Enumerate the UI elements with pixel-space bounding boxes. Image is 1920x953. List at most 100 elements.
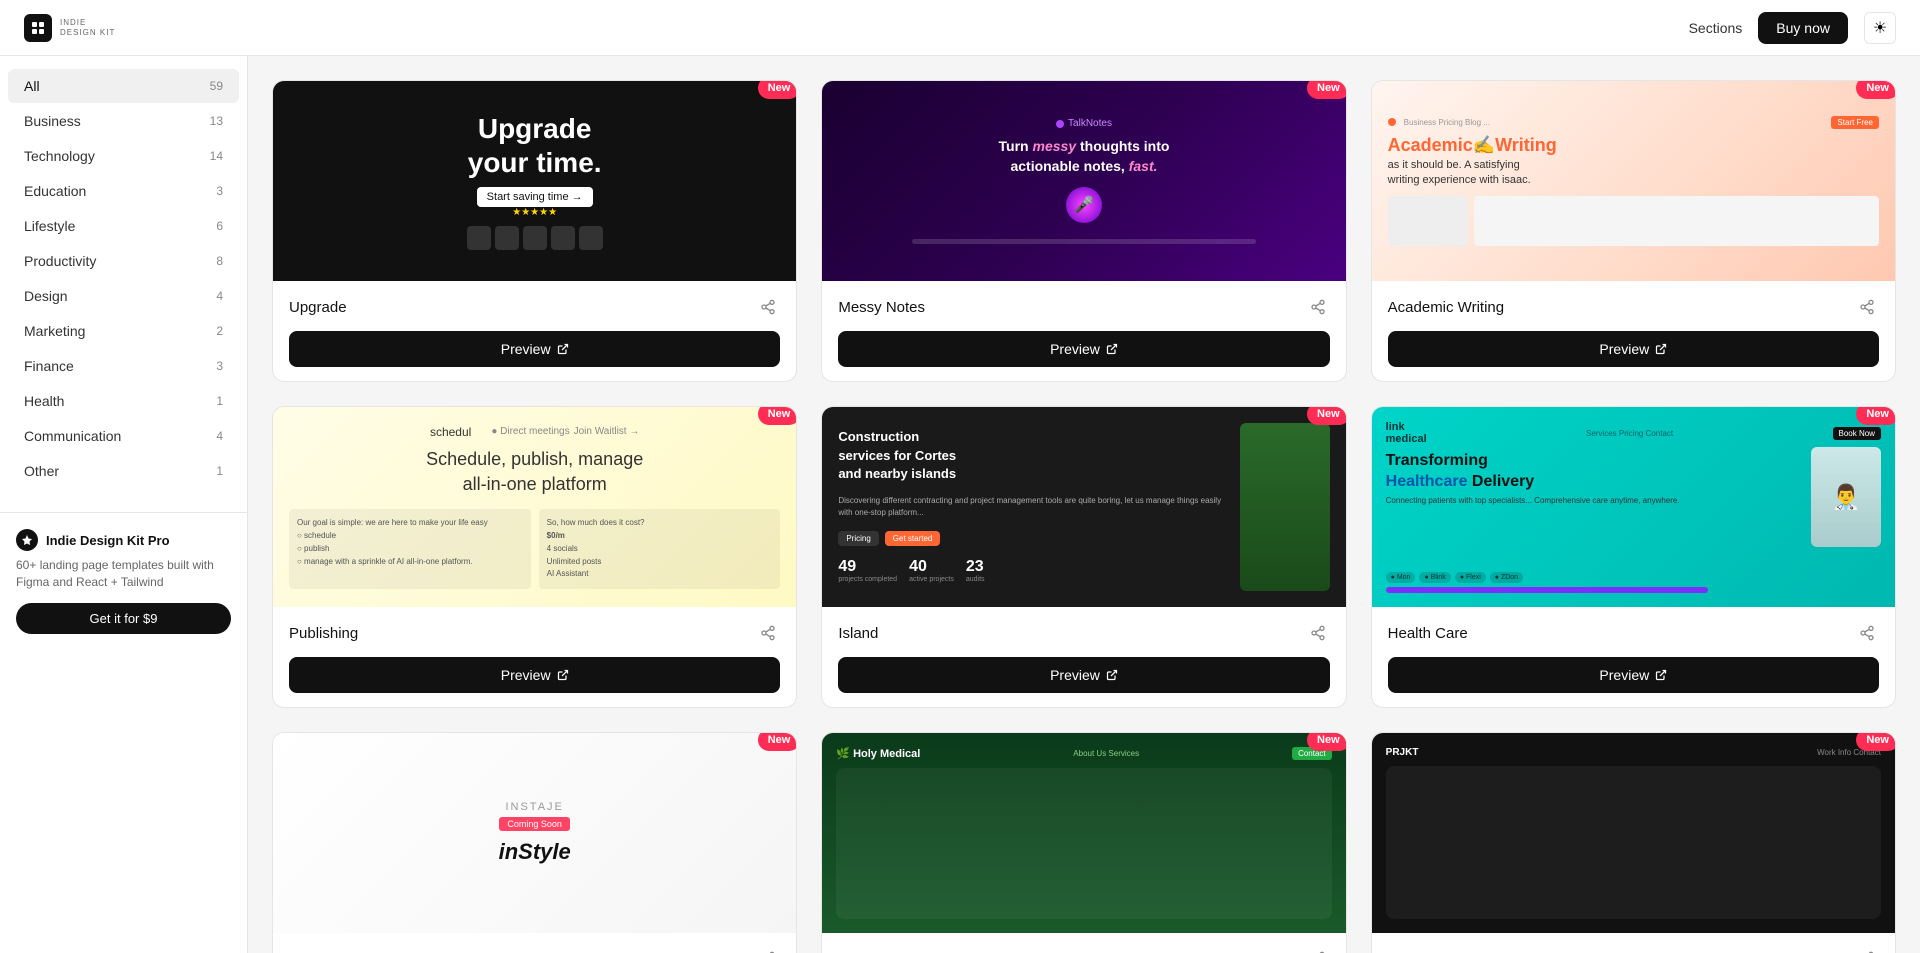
card-thumbnail: linkmedical Services Pricing Contact Boo… [1372,407,1895,607]
layout: All 59 Business 13 Technology 14 Educati… [0,56,1920,953]
main-content: Upgradeyour time. Start saving time → ★★… [248,56,1920,953]
sidebar-item-count: 8 [216,254,223,268]
pro-title: Indie Design Kit Pro [46,533,170,548]
pro-description: 60+ landing page templates built with Fi… [16,557,231,591]
new-badge: New [1856,81,1895,99]
pro-icon [16,529,38,551]
logo-area: indie DESIGN KIT [24,14,115,42]
card-info: Upgrade [289,295,780,319]
card-bottom3: PRJKT Work Info Contact New Dark Theme P… [1371,732,1896,953]
sidebar-item-communication[interactable]: Communication 4 [8,419,239,453]
share-button[interactable] [1306,947,1330,953]
card-footer: Island Preview [822,607,1345,707]
header: indie DESIGN KIT Sections Buy now ☀ [0,0,1920,56]
card-title: Publishing [289,625,358,642]
sidebar-item-finance[interactable]: Finance 3 [8,349,239,383]
card-footer: Messy Notes Preview [822,281,1345,381]
preview-button[interactable]: Preview [838,331,1329,367]
new-badge: New [1856,407,1895,425]
sidebar-item-label: Productivity [24,253,96,269]
card-footer: Holy Medical Preview [822,933,1345,953]
sections-link[interactable]: Sections [1689,20,1743,36]
share-button[interactable] [1855,295,1879,319]
sidebar-item-design[interactable]: Design 4 [8,279,239,313]
new-badge: New [1307,733,1346,751]
new-badge: New [758,81,797,99]
share-button[interactable] [756,295,780,319]
preview-button[interactable]: Preview [838,657,1329,693]
card-thumbnail: TalkNotes Turn messy thoughts intoaction… [822,81,1345,281]
sidebar-item-count: 1 [216,464,223,478]
card-title: Upgrade [289,299,347,316]
card-thumbnail: PRJKT Work Info Contact New [1372,733,1895,933]
buy-button[interactable]: Buy now [1758,12,1848,44]
card-info: Island [838,621,1329,645]
sidebar-item-health[interactable]: Health 1 [8,384,239,418]
header-actions: Sections Buy now ☀ [1689,12,1896,44]
share-button[interactable] [756,947,780,953]
sidebar-item-other[interactable]: Other 1 [8,454,239,488]
share-button[interactable] [1855,947,1879,953]
card-upgrade: Upgradeyour time. Start saving time → ★★… [272,80,797,382]
preview-button[interactable]: Preview [289,331,780,367]
sidebar-item-label: Finance [24,358,74,374]
card-bottom1: INSTAJE Coming Soon inStyle New InStyle … [272,732,797,953]
sidebar-item-marketing[interactable]: Marketing 2 [8,314,239,348]
card-thumbnail: schedul ● Direct meetings Join Waitlist … [273,407,796,607]
card-thumbnail: INSTAJE Coming Soon inStyle New [273,733,796,933]
theme-toggle-button[interactable]: ☀ [1864,12,1896,44]
sidebar-item-label: Marketing [24,323,85,339]
sidebar-item-label: Health [24,393,64,409]
preview-button[interactable]: Preview [1388,657,1879,693]
cards-grid: Upgradeyour time. Start saving time → ★★… [272,80,1896,953]
share-button[interactable] [756,621,780,645]
logo-text: indie DESIGN KIT [60,18,115,37]
pro-promo-box: Indie Design Kit Pro 60+ landing page te… [0,512,247,650]
sidebar-item-technology[interactable]: Technology 14 [8,139,239,173]
card-title: Academic Writing [1388,299,1504,316]
card-info: InStyle [289,947,780,953]
card-thumbnail: Constructionservices for Cortesand nearb… [822,407,1345,607]
pro-cta-button[interactable]: Get it for $9 [16,603,231,634]
card-title: Health Care [1388,625,1468,642]
card-info: Health Care [1388,621,1879,645]
logo-name: indie [60,18,115,28]
sidebar-item-label: Design [24,288,68,304]
sidebar-item-count: 59 [210,79,223,93]
sidebar-item-label: Education [24,183,86,199]
preview-button[interactable]: Preview [289,657,780,693]
card-publishing: schedul ● Direct meetings Join Waitlist … [272,406,797,708]
card-thumbnail: 🌿 Holy Medical About Us Services Contact… [822,733,1345,933]
sidebar-item-lifestyle[interactable]: Lifestyle 6 [8,209,239,243]
sidebar-item-count: 2 [216,324,223,338]
card-info: Messy Notes [838,295,1329,319]
card-title: Messy Notes [838,299,925,316]
card-academic-writing: Business Pricing Blog ... Start Free Aca… [1371,80,1896,382]
sidebar-item-label: Technology [24,148,95,164]
share-button[interactable] [1855,621,1879,645]
pro-header: Indie Design Kit Pro [16,529,231,551]
logo-icon [24,14,52,42]
sidebar-item-count: 4 [216,289,223,303]
new-badge: New [1307,407,1346,425]
card-title: Island [838,625,878,642]
share-button[interactable] [1306,295,1330,319]
sidebar-item-count: 3 [216,184,223,198]
sidebar-item-label: Lifestyle [24,218,75,234]
card-footer: Dark Theme Preview [1372,933,1895,953]
card-footer: Publishing Preview [273,607,796,707]
preview-button[interactable]: Preview [1388,331,1879,367]
new-badge: New [1307,81,1346,99]
sidebar-item-productivity[interactable]: Productivity 8 [8,244,239,278]
card-info: Dark Theme [1388,947,1879,953]
logo-tagline: DESIGN KIT [60,28,115,38]
share-button[interactable] [1306,621,1330,645]
sidebar-item-count: 14 [210,149,223,163]
new-badge: New [758,733,797,751]
sidebar-item-business[interactable]: Business 13 [8,104,239,138]
sidebar-item-education[interactable]: Education 3 [8,174,239,208]
sidebar-item-all[interactable]: All 59 [8,69,239,103]
sidebar-item-count: 4 [216,429,223,443]
card-info: Publishing [289,621,780,645]
card-thumbnail: Upgradeyour time. Start saving time → ★★… [273,81,796,281]
